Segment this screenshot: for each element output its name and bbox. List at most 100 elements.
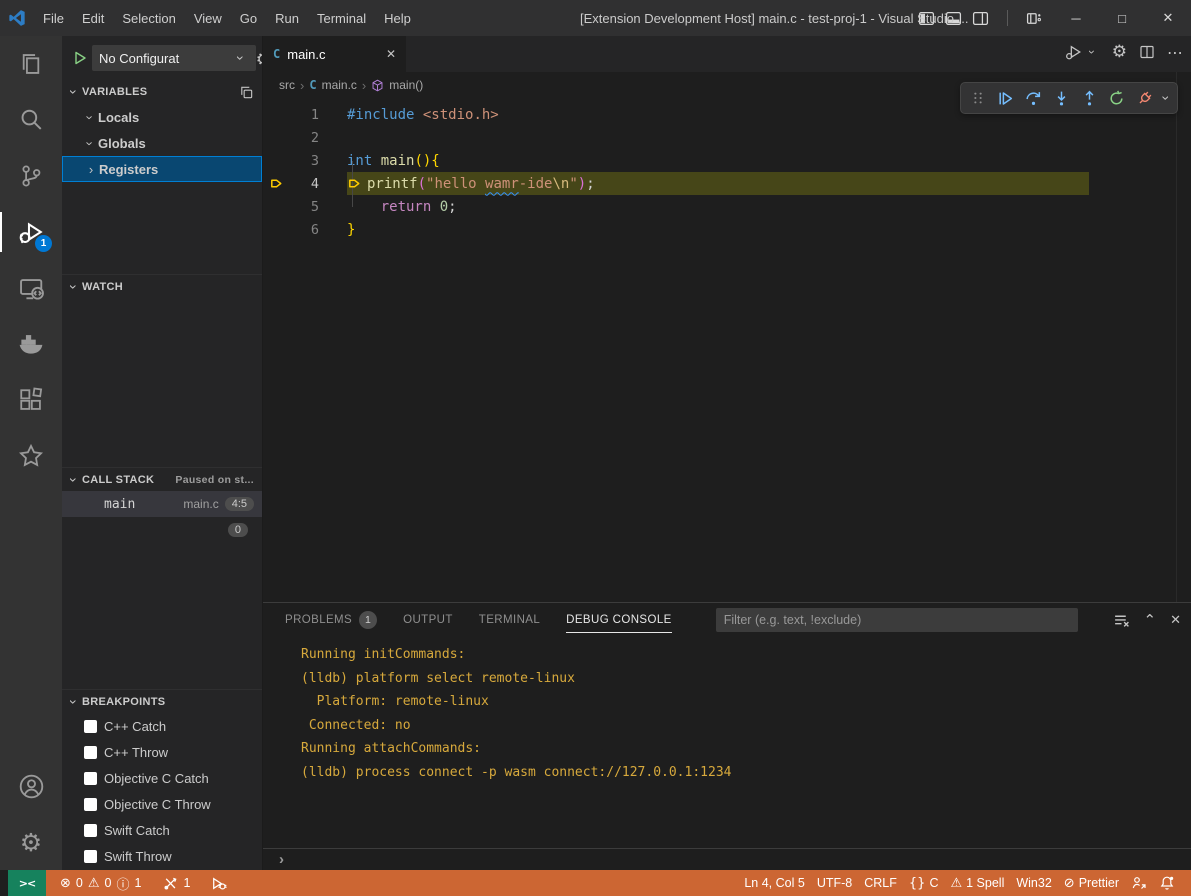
start-debug-icon[interactable] [72, 50, 88, 66]
variables-scope-globals[interactable]: › Globals [62, 130, 262, 156]
code-editor[interactable]: 1#include <stdio.h>23int main(){4printf(… [263, 98, 1191, 241]
debug-console-output[interactable]: Running initCommands:(lldb) platform sel… [263, 637, 1191, 848]
step-into-button[interactable] [1048, 85, 1074, 111]
run-or-debug-button[interactable]: › [1065, 44, 1100, 61]
menu-edit[interactable]: Edit [73, 7, 113, 30]
step-over-button[interactable] [1021, 85, 1047, 111]
activity-search-icon[interactable] [0, 92, 62, 148]
copy-icon[interactable] [239, 85, 254, 100]
variables-scope-locals[interactable]: › Locals [62, 104, 262, 130]
c-file-icon: C [309, 78, 316, 92]
continue-button[interactable] [993, 85, 1019, 111]
disconnect-button[interactable] [1132, 85, 1158, 111]
code-line-6[interactable]: 6} [263, 218, 1191, 241]
maximize-panel-icon[interactable]: ⌃ [1144, 611, 1157, 629]
token: (){ [414, 153, 439, 169]
menu-file[interactable]: File [34, 7, 73, 30]
drag-handle-icon[interactable] [965, 85, 991, 111]
code-line-3[interactable]: 3int main(){ [263, 149, 1191, 172]
notifications-bell-icon[interactable] [1153, 875, 1181, 891]
settings-gear-icon[interactable]: ⚙ [1112, 42, 1127, 62]
more-actions-icon[interactable]: ⋯ [1167, 43, 1183, 62]
toggle-secondary-sidebar-icon[interactable] [972, 10, 989, 27]
checkbox-unchecked[interactable] [84, 746, 97, 759]
activity-explorer-icon[interactable] [0, 36, 62, 92]
menu-go[interactable]: Go [231, 7, 266, 30]
problems-status[interactable]: ⊗ 0 ⚠ 0 ⓘ 1 [54, 870, 147, 896]
breakpoint-row[interactable]: Objective C Catch [62, 765, 262, 791]
spell-status[interactable]: ⚠1 Spell [944, 876, 1010, 891]
checkbox-unchecked[interactable] [84, 824, 97, 837]
tools-status[interactable]: 1 [157, 870, 196, 896]
tab-close-icon[interactable]: ✕ [386, 47, 396, 61]
close-panel-icon[interactable]: ✕ [1170, 612, 1181, 628]
eol[interactable]: CRLF [858, 876, 903, 890]
activity-source-control-icon[interactable] [0, 148, 62, 204]
breakpoint-row[interactable]: C++ Catch [62, 713, 262, 739]
cursor-position[interactable]: Ln 4, Col 5 [738, 876, 810, 890]
customize-layout-icon[interactable] [1026, 10, 1043, 27]
panel-tab-terminal[interactable]: TERMINAL [479, 608, 540, 632]
formatter-prettier[interactable]: ⊘Prettier [1058, 876, 1125, 891]
menu-run[interactable]: Run [266, 7, 308, 30]
activity-run-and-debug-icon[interactable]: 1 [0, 204, 62, 260]
console-filter-box[interactable] [716, 608, 1078, 632]
activity-settings-icon[interactable]: ⚙ [0, 814, 62, 870]
maximize-button[interactable]: □ [1099, 0, 1145, 36]
slash-icon: ⊘ [1064, 876, 1075, 891]
variables-section-header[interactable]: › VARIABLES [62, 80, 262, 104]
remote-indicator[interactable]: >< [8, 870, 46, 896]
restart-button[interactable] [1104, 85, 1130, 111]
debug-console-input[interactable]: › [263, 848, 1191, 870]
menu-terminal[interactable]: Terminal [308, 7, 375, 30]
step-out-button[interactable] [1076, 85, 1102, 111]
breakpoints-section-header[interactable]: › BREAKPOINTS [62, 689, 262, 713]
gear-icon[interactable]: ⚙ [256, 50, 262, 70]
token: return [381, 199, 432, 215]
activity-docker-icon[interactable] [0, 316, 62, 372]
breakpoint-row[interactable]: Swift Throw [62, 843, 262, 869]
close-button[interactable]: ✕ [1145, 0, 1191, 36]
debug-status-icon[interactable] [204, 870, 233, 896]
minimize-button[interactable]: ─ [1053, 0, 1099, 36]
checkbox-unchecked[interactable] [84, 772, 97, 785]
panel-tab-output[interactable]: OUTPUT [403, 608, 453, 632]
call-stack-section-header[interactable]: › CALL STACK Paused on st... [62, 467, 262, 491]
breadcrumb-file[interactable]: main.c [322, 78, 357, 92]
breakpoint-row[interactable]: C++ Throw [62, 739, 262, 765]
activity-accounts-icon[interactable] [0, 758, 62, 814]
split-editor-icon[interactable] [1139, 44, 1155, 60]
panel-tab-problems[interactable]: PROBLEMS1 [285, 605, 377, 635]
feedback-icon[interactable] [1125, 875, 1153, 891]
checkbox-unchecked[interactable] [84, 798, 97, 811]
token: wamr [485, 176, 519, 192]
chevron-icon: › [83, 109, 98, 125]
menu-help[interactable]: Help [375, 7, 420, 30]
activity-remote-explorer-icon[interactable] [0, 260, 62, 316]
breadcrumb-folder[interactable]: src [279, 78, 295, 92]
stack-frame-row[interactable]: main main.c 4:5 [62, 491, 262, 517]
checkbox-unchecked[interactable] [84, 850, 97, 863]
checkbox-unchecked[interactable] [84, 720, 97, 733]
menu-view[interactable]: View [185, 7, 231, 30]
variables-scope-registers[interactable]: › Registers [62, 156, 262, 182]
breakpoint-row[interactable]: Objective C Throw [62, 791, 262, 817]
code-line-4[interactable]: 4printf("hello wamr-ide\n"); [263, 172, 1191, 195]
code-line-5[interactable]: 5 return 0; [263, 195, 1191, 218]
debug-configuration-dropdown[interactable]: No Configurat › [92, 45, 256, 71]
language-mode[interactable]: {}C [903, 876, 945, 891]
console-filter-input[interactable] [724, 613, 1070, 627]
tab-main-c[interactable]: C main.c ✕ [263, 36, 406, 72]
code-line-2[interactable]: 2 [263, 126, 1191, 149]
watch-section-header[interactable]: › WATCH [62, 274, 262, 298]
clear-console-icon[interactable] [1113, 612, 1130, 629]
encoding[interactable]: UTF-8 [811, 876, 858, 890]
activity-star-icon[interactable] [0, 428, 62, 484]
menu-selection[interactable]: Selection [113, 7, 184, 30]
breadcrumb-symbol[interactable]: main() [389, 78, 423, 92]
platform-target[interactable]: Win32 [1010, 876, 1057, 890]
breakpoint-row[interactable]: Swift Catch [62, 817, 262, 843]
panel-tab-debug-console[interactable]: DEBUG CONSOLE [566, 608, 672, 633]
activity-extensions-icon[interactable] [0, 372, 62, 428]
debug-session-chevron-icon[interactable]: › [1158, 91, 1174, 104]
